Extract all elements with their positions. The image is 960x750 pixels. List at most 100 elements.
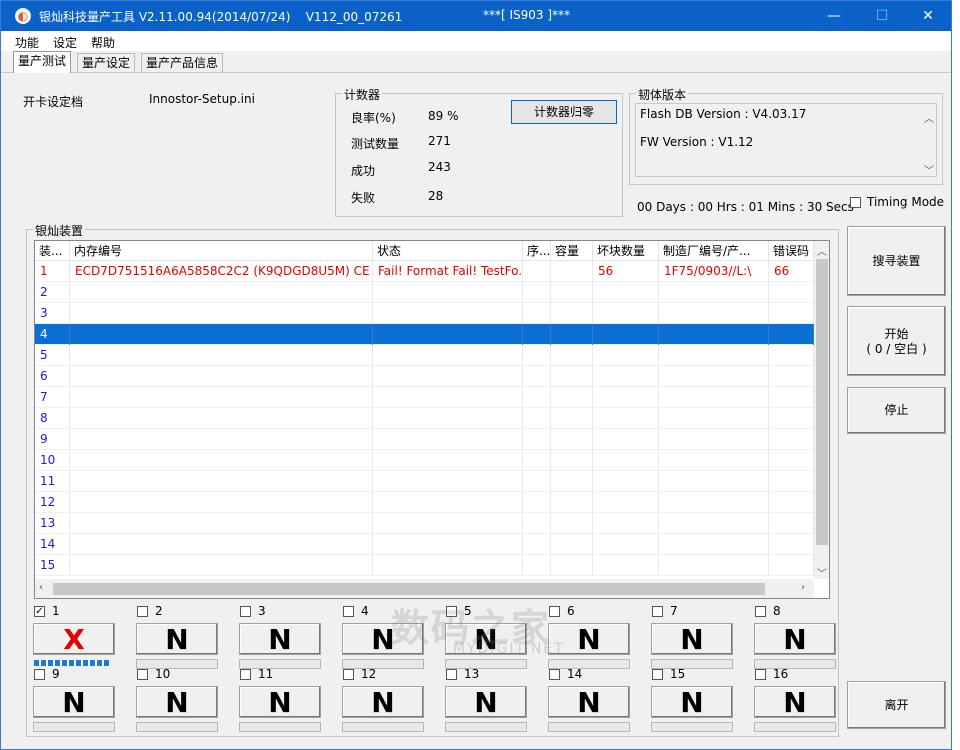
cell-cap xyxy=(551,261,593,282)
slot-status[interactable]: N xyxy=(136,623,218,656)
cell-bad xyxy=(593,345,659,366)
column-capacity[interactable]: 容量 xyxy=(551,241,593,261)
column-error-code[interactable]: 错误码 xyxy=(769,241,814,261)
tab-mass-production-settings[interactable]: 量产设定 xyxy=(77,53,136,72)
table-row[interactable]: 1 ECD7D751516A6A5858C2C2 (K9QDGD8U5M) CE … xyxy=(35,261,814,282)
column-status[interactable]: 状态 xyxy=(373,241,523,261)
start-button[interactable]: 开始 ( 0 / 空白 ) xyxy=(847,306,946,376)
timing-mode-checkbox[interactable] xyxy=(850,197,861,208)
scroll-left-icon[interactable]: ‹ xyxy=(39,582,43,593)
vscroll-thumb[interactable] xyxy=(816,259,828,545)
slot-status[interactable]: N xyxy=(136,686,218,719)
table-row[interactable]: 10 xyxy=(35,450,814,471)
cell-cap xyxy=(551,555,593,576)
table-row[interactable]: 14 xyxy=(35,534,814,555)
port-slot[interactable]: N xyxy=(548,674,630,732)
table-row[interactable]: 3 xyxy=(35,303,814,324)
table-row[interactable]: 4 xyxy=(35,324,814,345)
slot-status[interactable]: N xyxy=(651,623,733,656)
port-slot[interactable]: N xyxy=(754,611,836,669)
tested-value: 271 xyxy=(428,134,451,148)
table-row[interactable]: 8 xyxy=(35,408,814,429)
cell-no: 10 xyxy=(35,450,70,471)
table-row[interactable]: 11 xyxy=(35,471,814,492)
slot-status[interactable]: N xyxy=(754,623,836,656)
table-row[interactable]: 9 xyxy=(35,429,814,450)
cell-status xyxy=(373,324,523,345)
slot-fail-status[interactable]: X xyxy=(33,623,115,656)
device-list-hscroll[interactable]: ‹ › xyxy=(35,579,814,598)
slot-status[interactable]: N xyxy=(445,686,527,719)
port-slot[interactable]: N xyxy=(548,611,630,669)
slot-progress-bar xyxy=(33,722,115,732)
column-bad-blocks[interactable]: 坏块数量 xyxy=(593,241,659,261)
port-slot[interactable]: N xyxy=(136,611,218,669)
success-value: 243 xyxy=(428,160,451,174)
column-sequence[interactable]: 序... xyxy=(523,241,551,261)
port-slot[interactable]: N xyxy=(33,674,115,732)
table-row[interactable]: 2 xyxy=(35,282,814,303)
device-list[interactable]: 装... 内存编号 状态 序... 容量 坏块数量 制造厂编号/产... 错误码… xyxy=(34,240,830,599)
port-slot[interactable]: N xyxy=(651,674,733,732)
cell-no: 7 xyxy=(35,387,70,408)
table-row[interactable]: 15 xyxy=(35,555,814,576)
menu-settings[interactable]: 设定 xyxy=(53,34,77,51)
scroll-down-icon[interactable]: ﹀ xyxy=(924,162,934,177)
slot-status[interactable]: N xyxy=(651,686,733,719)
cell-no: 2 xyxy=(35,282,70,303)
cell-seq xyxy=(523,324,551,345)
close-button[interactable]: ✕ xyxy=(905,1,951,31)
cell-seq xyxy=(523,366,551,387)
port-slot[interactable]: N xyxy=(445,674,527,732)
table-row[interactable]: 13 xyxy=(35,513,814,534)
port-slot[interactable]: N xyxy=(754,674,836,732)
port-slot[interactable]: N xyxy=(342,674,424,732)
cell-id xyxy=(70,534,373,555)
cell-seq xyxy=(523,555,551,576)
port-slot[interactable]: N xyxy=(239,611,321,669)
search-devices-button[interactable]: 搜寻装置 xyxy=(847,226,946,296)
port-slot[interactable]: N xyxy=(239,674,321,732)
menu-help[interactable]: 帮助 xyxy=(91,34,115,51)
slot-status[interactable]: N xyxy=(239,623,321,656)
device-list-vscroll[interactable]: ︿ ﹀ xyxy=(814,241,829,580)
exit-button[interactable]: 离开 xyxy=(847,681,946,729)
scroll-right-icon[interactable]: › xyxy=(801,582,805,593)
cell-cap xyxy=(551,324,593,345)
stop-button[interactable]: 停止 xyxy=(847,387,946,434)
maximize-button[interactable]: ☐ xyxy=(859,1,905,31)
scroll-up-icon[interactable]: ︿ xyxy=(817,243,827,258)
tab-product-info[interactable]: 量产产品信息 xyxy=(141,53,224,72)
hscroll-thumb[interactable] xyxy=(53,583,765,595)
tab-mass-production-test[interactable]: 量产测试 xyxy=(13,51,72,73)
scroll-down-icon[interactable]: ﹀ xyxy=(817,565,827,580)
table-row[interactable]: 6 xyxy=(35,366,814,387)
cell-no: 6 xyxy=(35,366,70,387)
slot-status[interactable]: N xyxy=(239,686,321,719)
slot-status[interactable]: N xyxy=(754,686,836,719)
slot-status[interactable]: N xyxy=(33,686,115,719)
slot-status[interactable]: N xyxy=(548,686,630,719)
cell-bad xyxy=(593,387,659,408)
column-manufacturer[interactable]: 制造厂编号/产... xyxy=(659,241,769,261)
cell-cap xyxy=(551,408,593,429)
column-device-no[interactable]: 装... xyxy=(35,241,70,261)
table-row[interactable]: 7 xyxy=(35,387,814,408)
slot-status[interactable]: N xyxy=(342,686,424,719)
column-memory-id[interactable]: 内存编号 xyxy=(70,241,373,261)
table-row[interactable]: 12 xyxy=(35,492,814,513)
cell-id xyxy=(70,555,373,576)
minimize-button[interactable]: — xyxy=(811,1,857,31)
table-row[interactable]: 5 xyxy=(35,345,814,366)
slot-progress-bar xyxy=(548,659,630,669)
menu-function[interactable]: 功能 xyxy=(15,34,39,51)
port-slot[interactable]: N xyxy=(651,611,733,669)
cell-no: 14 xyxy=(35,534,70,555)
scroll-up-icon[interactable]: ︿ xyxy=(924,110,934,125)
slot-progress-bar xyxy=(445,722,527,732)
reset-counter-button[interactable]: 计数器归零 xyxy=(511,100,617,124)
port-slot[interactable]: X xyxy=(33,611,115,669)
cell-cap xyxy=(551,345,593,366)
slot-progress-bar xyxy=(754,659,836,669)
port-slot[interactable]: N xyxy=(136,674,218,732)
